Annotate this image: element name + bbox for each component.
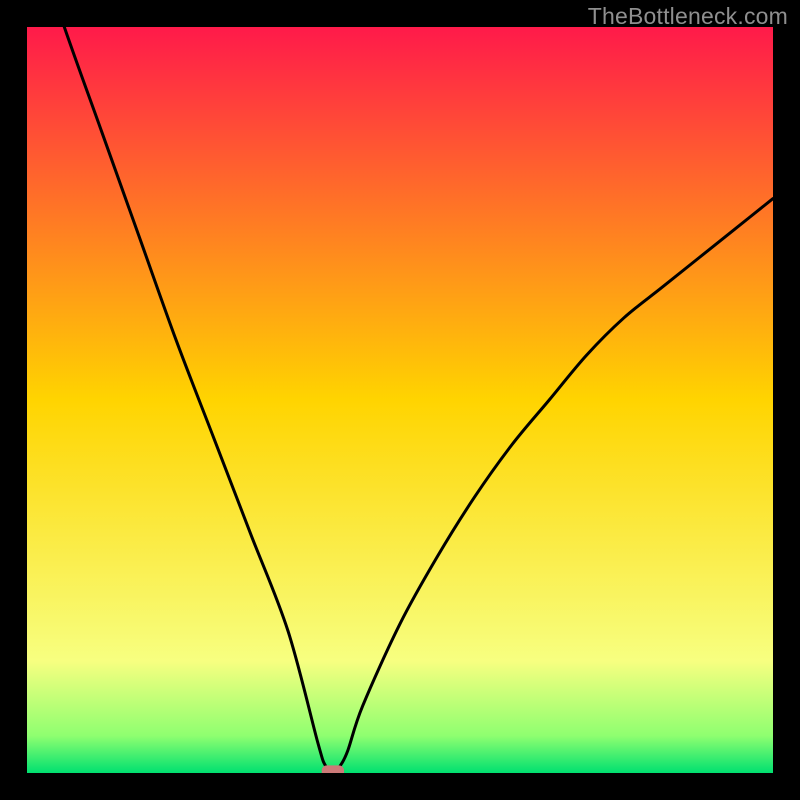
chart-plot: [27, 27, 773, 773]
min-marker: [322, 765, 344, 773]
chart-frame: TheBottleneck.com: [0, 0, 800, 800]
gradient-background: [27, 27, 773, 773]
watermark-text: TheBottleneck.com: [588, 3, 788, 30]
